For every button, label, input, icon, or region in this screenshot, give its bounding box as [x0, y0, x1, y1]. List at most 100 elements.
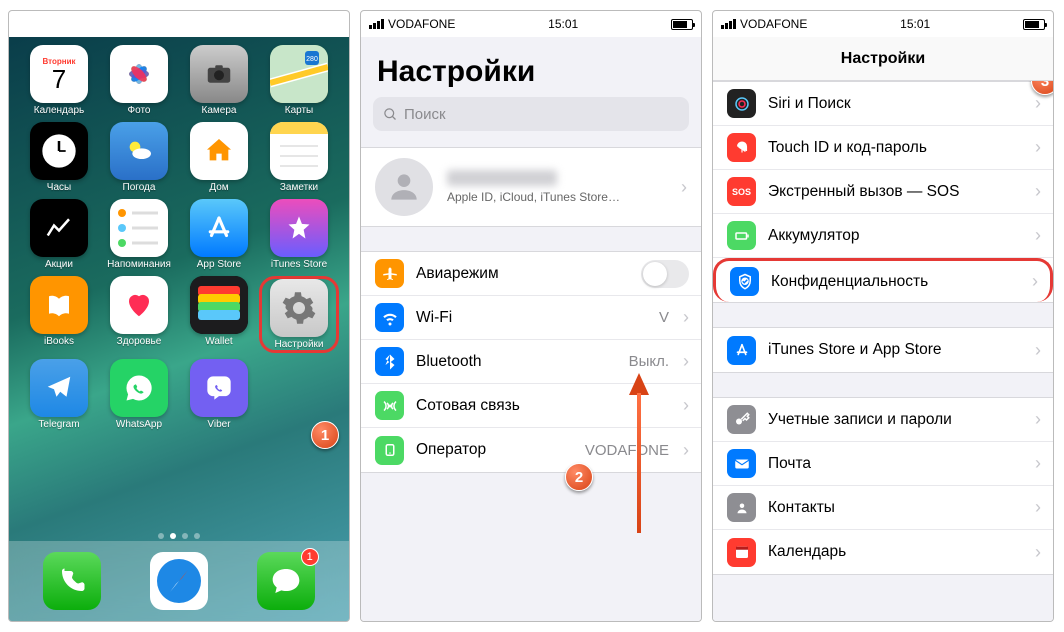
app-label: Viber [207, 419, 230, 430]
app-itunesstore[interactable]: iTunes Store [259, 199, 339, 270]
dock-messages[interactable]: 1 [257, 552, 315, 610]
app-weather[interactable]: Погода [99, 122, 179, 193]
group-store: iTunes Store и App Store› [713, 327, 1053, 373]
signal-icon [369, 19, 384, 29]
key-icon [727, 405, 756, 434]
row-sos[interactable]: SOSЭкстренный вызов — SOS› [713, 170, 1053, 214]
bluetooth-icon [375, 347, 404, 376]
app-telegram[interactable]: Telegram [19, 359, 99, 430]
row-label: Авиарежим [416, 265, 629, 283]
airplane-icon [375, 259, 404, 288]
page-dots[interactable] [9, 533, 349, 539]
app-wallet[interactable]: Wallet [179, 276, 259, 353]
app-home[interactable]: Дом [179, 122, 259, 193]
row-label: Экстренный вызов — SOS [768, 183, 1021, 201]
app-notes[interactable]: Заметки [259, 122, 339, 193]
annotation-1: 1 [311, 421, 339, 449]
settings-screen[interactable]: Siri и Поиск› Touch ID и код-пароль› SOS… [713, 81, 1053, 621]
app-ibooks[interactable]: iBooks [19, 276, 99, 353]
sos-icon: SOS [727, 177, 756, 206]
row-calendar[interactable]: Календарь › [713, 530, 1053, 574]
badge-messages: 1 [301, 548, 319, 566]
row-cellular[interactable]: Сотовая связь› [361, 384, 701, 428]
app-appstore[interactable]: App Store [179, 199, 259, 270]
annotation-arrow-up [629, 373, 649, 533]
carrier-label: VODAFONE [36, 17, 103, 31]
app-camera[interactable]: Камера [179, 45, 259, 116]
row-label: Календарь [768, 543, 1021, 561]
clock-label: 15:01 [900, 17, 930, 31]
dock-phone[interactable] [43, 552, 101, 610]
row-value: Выкл. [629, 353, 669, 370]
settings-screen[interactable]: Настройки Поиск Apple ID, iCloud, iTunes… [361, 37, 701, 621]
row-value: VODAFONE [585, 442, 669, 459]
chevron-right-icon: › [681, 177, 687, 198]
row-mail[interactable]: Почта› [713, 442, 1053, 486]
row-label: Контакты [768, 499, 1021, 517]
row-wifi[interactable]: Wi-FiV› [361, 296, 701, 340]
app-clock[interactable]: Часы [19, 122, 99, 193]
app-health[interactable]: Здоровье [99, 276, 179, 353]
chevron-right-icon: › [683, 351, 689, 372]
app-label: Карты [285, 105, 314, 116]
row-label: Почта [768, 455, 1021, 473]
row-bluetooth[interactable]: BluetoothВыкл.› [361, 340, 701, 384]
chevron-right-icon: › [683, 395, 689, 416]
group-general: Siri и Поиск› Touch ID и код-пароль› SOS… [713, 81, 1053, 303]
app-label: Погода [123, 182, 156, 193]
app-reminders[interactable]: Напоминания [99, 199, 179, 270]
photos-icon [110, 45, 168, 103]
telegram-icon [30, 359, 88, 417]
app-label: WhatsApp [116, 419, 162, 430]
row-label: Конфиденциальность [771, 273, 1018, 291]
app-maps[interactable]: 280Карты [259, 45, 339, 116]
row-label: Аккумулятор [768, 227, 1021, 245]
row-itunes-appstore[interactable]: iTunes Store и App Store› [713, 328, 1053, 372]
home-icon [190, 122, 248, 180]
app-label: App Store [197, 259, 241, 270]
search-input[interactable]: Поиск [373, 97, 689, 131]
dock-safari[interactable] [150, 552, 208, 610]
itunes-icon [270, 199, 328, 257]
app-calendar[interactable]: Вторник7Календарь [19, 45, 99, 116]
phone-settings-scrolled: VODAFONE 15:01 Настройки Siri и Поиск› T… [712, 10, 1054, 622]
home-screen[interactable]: Вторник7Календарь Фото Камера 280Карты Ч… [9, 37, 349, 621]
cellular-icon [375, 391, 404, 420]
row-siri[interactable]: Siri и Поиск› [713, 82, 1053, 126]
app-label: Камера [202, 105, 237, 116]
clock-icon [30, 122, 88, 180]
row-appleid[interactable]: Apple ID, iCloud, iTunes Store… › [361, 148, 701, 226]
phone-settings-main: VODAFONE 15:01 Настройки Поиск Apple ID,… [360, 10, 702, 622]
app-viber[interactable]: Viber [179, 359, 259, 430]
app-whatsapp[interactable]: WhatsApp [99, 359, 179, 430]
app-photos[interactable]: Фото [99, 45, 179, 116]
row-airplane[interactable]: Авиарежим [361, 252, 701, 296]
chevron-right-icon: › [1035, 542, 1041, 563]
row-accounts-passwords[interactable]: Учетные записи и пароли› [713, 398, 1053, 442]
app-label: iBooks [44, 336, 74, 347]
app-label: Здоровье [117, 336, 162, 347]
app-stocks[interactable]: Акции [19, 199, 99, 270]
account-group: Apple ID, iCloud, iTunes Store… › [361, 147, 701, 227]
group-accounts: Учетные записи и пароли› Почта› Контакты… [713, 397, 1053, 575]
app-label: Wallet [205, 336, 232, 347]
app-label: Настройки [274, 339, 323, 350]
row-privacy[interactable]: Конфиденциальность› 3 [713, 258, 1053, 302]
row-battery[interactable]: Аккумулятор› [713, 214, 1053, 258]
calendar-row-icon [727, 538, 756, 567]
reminders-icon [110, 199, 168, 257]
row-contacts[interactable]: Контакты› [713, 486, 1053, 530]
app-label: Telegram [38, 419, 79, 430]
airplane-toggle[interactable] [641, 260, 689, 288]
whatsapp-icon [110, 359, 168, 417]
annotation-2: 2 [565, 463, 593, 491]
app-label: iTunes Store [271, 259, 327, 270]
row-carrier[interactable]: ОператорVODAFONE› [361, 428, 701, 472]
row-label: Оператор [416, 441, 573, 459]
app-label: Акции [45, 259, 73, 270]
row-touchid[interactable]: Touch ID и код-пароль› [713, 126, 1053, 170]
carrier-icon [375, 436, 404, 465]
app-settings[interactable]: Настройки [259, 276, 339, 353]
health-icon [110, 276, 168, 334]
clock-label: 15:01 [548, 17, 578, 31]
